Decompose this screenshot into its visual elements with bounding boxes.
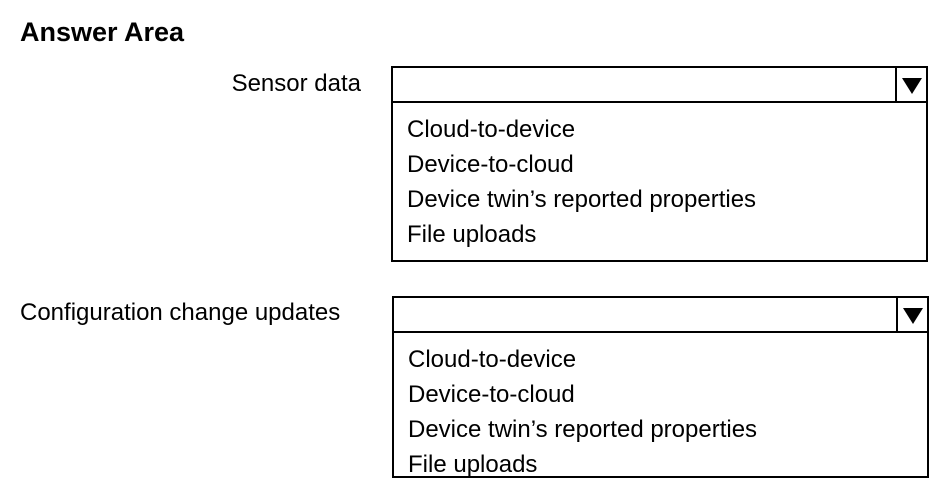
option-device-to-cloud[interactable]: Device-to-cloud bbox=[407, 147, 756, 182]
option-device-twin-reported-properties[interactable]: Device twin’s reported properties bbox=[408, 412, 757, 447]
configuration-change-updates-dropdown-toggle[interactable] bbox=[896, 298, 927, 331]
option-device-twin-reported-properties[interactable]: Device twin’s reported properties bbox=[407, 182, 756, 217]
sensor-data-select[interactable] bbox=[393, 68, 926, 103]
option-file-uploads[interactable]: File uploads bbox=[407, 217, 756, 252]
triangle-down-icon bbox=[901, 77, 922, 94]
answer-area-title: Answer Area bbox=[20, 17, 185, 47]
option-device-to-cloud[interactable]: Device-to-cloud bbox=[408, 377, 757, 412]
configuration-change-updates-select[interactable] bbox=[394, 298, 927, 333]
triangle-down-icon bbox=[902, 307, 923, 324]
option-file-uploads[interactable]: File uploads bbox=[408, 447, 757, 482]
option-cloud-to-device[interactable]: Cloud-to-device bbox=[407, 112, 756, 147]
sensor-data-dropdown-toggle[interactable] bbox=[895, 68, 926, 101]
sensor-data-dropdown[interactable]: Cloud-to-device Device-to-cloud Device t… bbox=[391, 66, 928, 262]
sensor-data-label: Sensor data bbox=[231, 70, 361, 97]
configuration-change-updates-options-list: Cloud-to-device Device-to-cloud Device t… bbox=[408, 342, 757, 482]
option-cloud-to-device[interactable]: Cloud-to-device bbox=[408, 342, 757, 377]
configuration-change-updates-label: Configuration change updates bbox=[20, 299, 341, 326]
configuration-change-updates-dropdown[interactable]: Cloud-to-device Device-to-cloud Device t… bbox=[392, 296, 929, 478]
sensor-data-options-list: Cloud-to-device Device-to-cloud Device t… bbox=[407, 112, 756, 252]
